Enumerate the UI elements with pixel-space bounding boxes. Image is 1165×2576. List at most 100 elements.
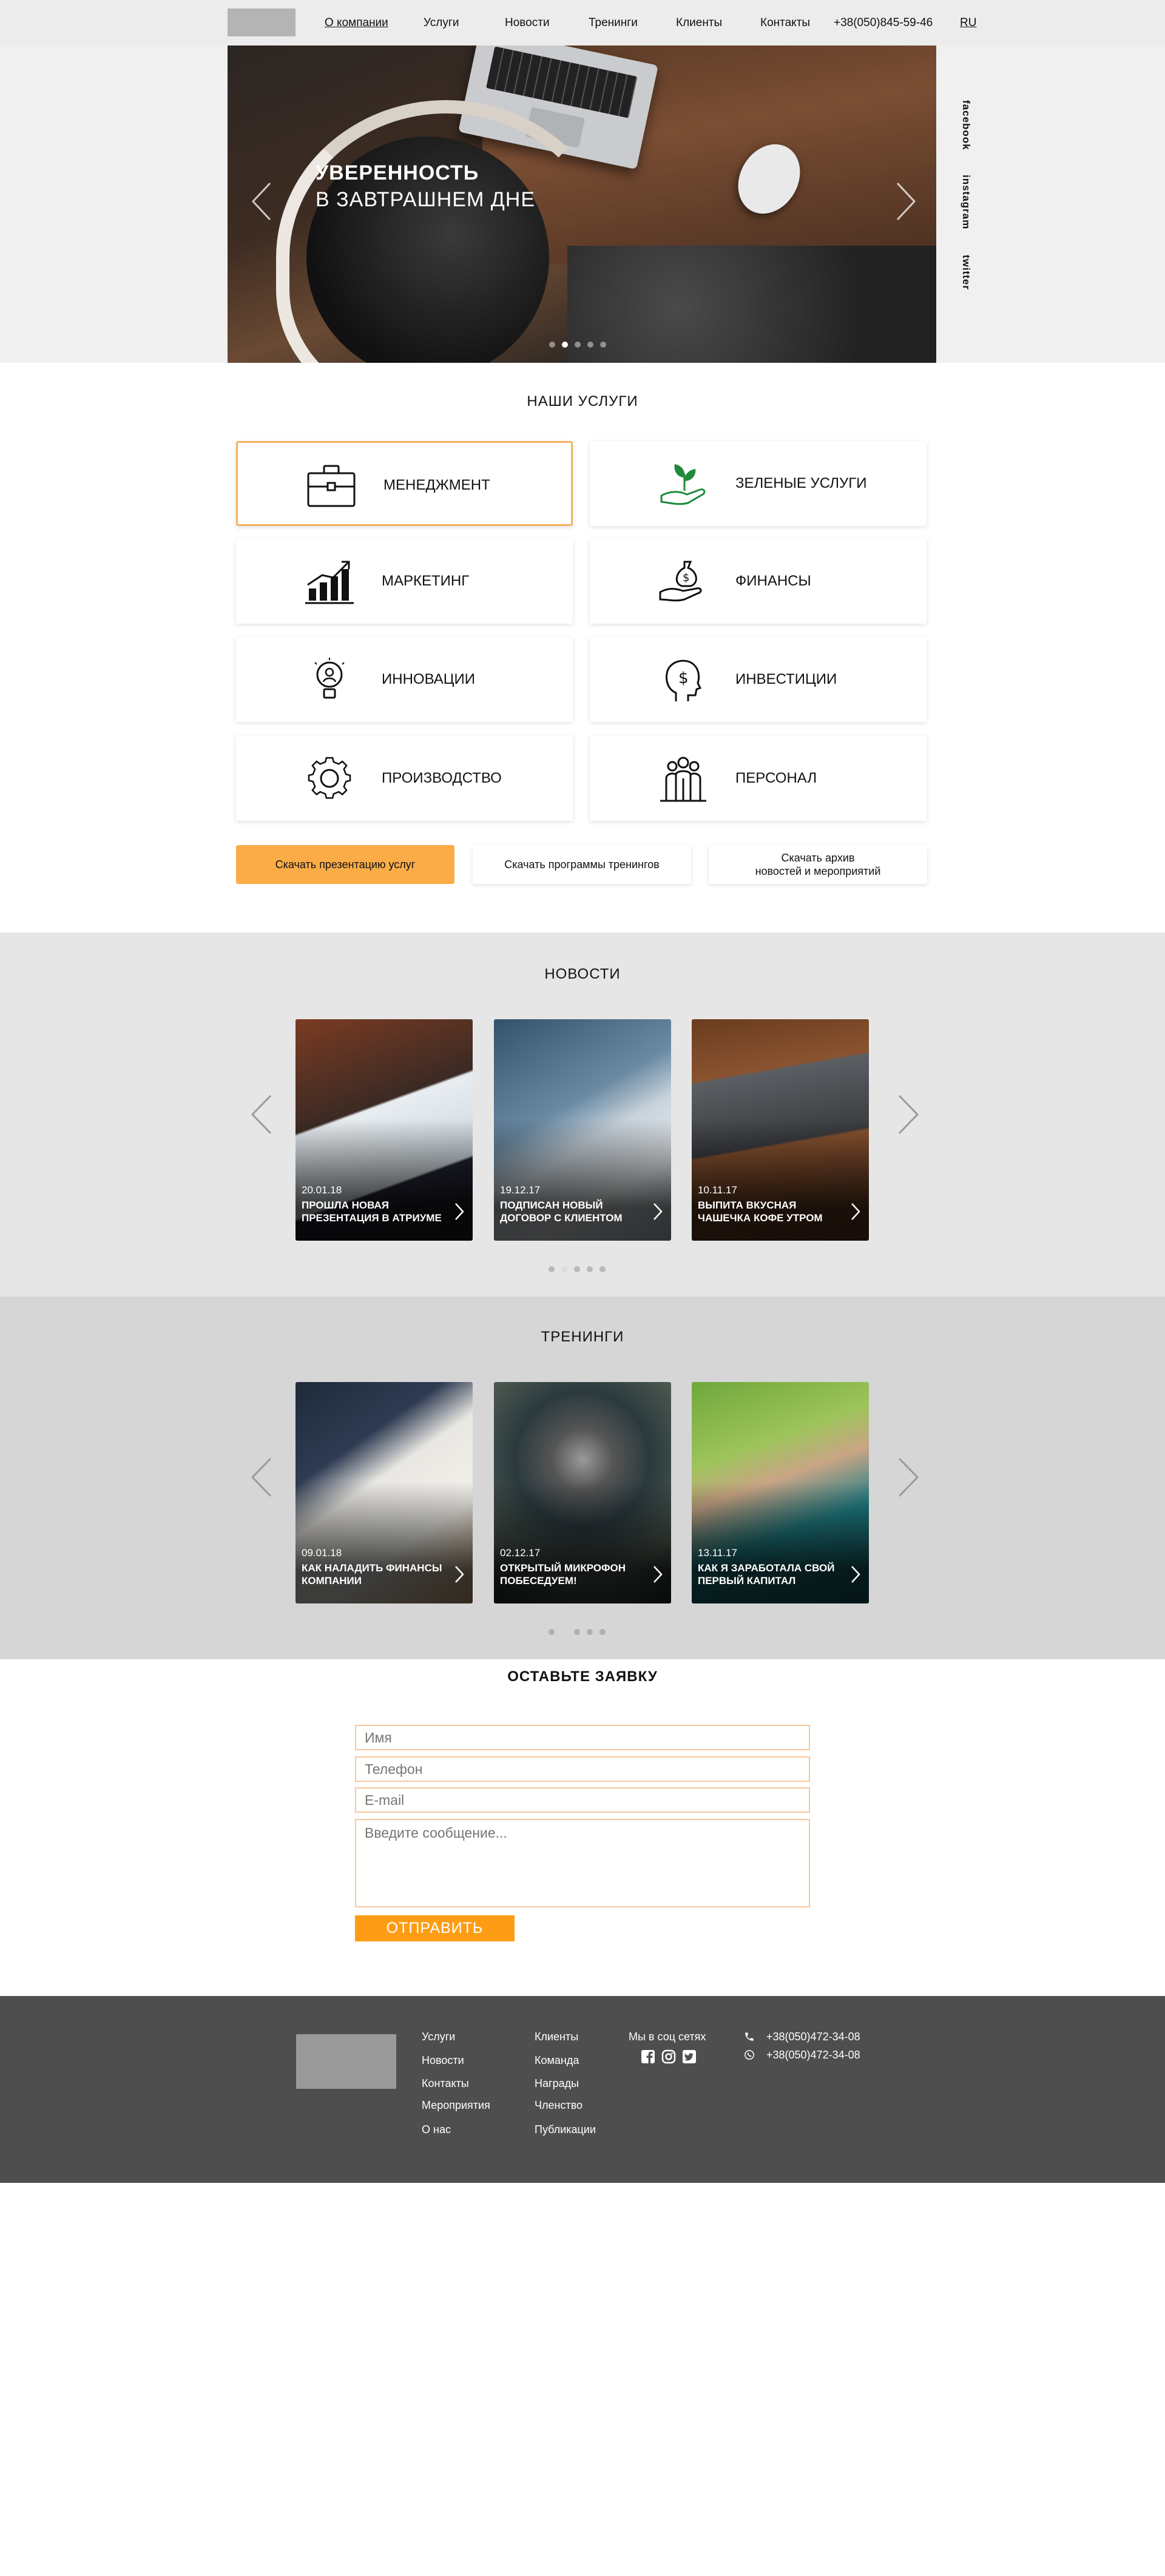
service-card-marketing[interactable]: МАРКЕТИНГ xyxy=(236,539,573,624)
news-dot[interactable] xyxy=(549,1266,555,1272)
facebook-icon[interactable] xyxy=(641,2049,655,2064)
service-card-innovation[interactable]: ИННОВАЦИИ xyxy=(236,637,573,722)
news-card[interactable]: 10.11.17 ВЫПИТА ВКУСНАЯ ЧАШЕЧКА КОФЕ УТР… xyxy=(692,1019,869,1241)
card-date: 20.01.18 xyxy=(302,1184,342,1196)
phone-field[interactable] xyxy=(355,1756,810,1782)
footer-link[interactable]: Новости xyxy=(422,2054,464,2067)
card-date: 09.01.18 xyxy=(302,1547,342,1559)
viber-icon xyxy=(745,2050,754,2060)
news-card[interactable]: 19.12.17 ПОДПИСАН НОВЫЙ ДОГОВОР С КЛИЕНТ… xyxy=(494,1019,671,1241)
download-archive-button[interactable]: Скачать архив новостей и мероприятий xyxy=(709,845,927,884)
footer-link[interactable]: О нас xyxy=(422,2123,451,2136)
training-card[interactable]: 09.01.18 КАК НАЛАДИТЬ ФИНАНСЫ КОМПАНИИ xyxy=(295,1382,473,1603)
hero-dot[interactable] xyxy=(575,342,581,348)
footer-link[interactable]: Услуги xyxy=(422,2031,455,2043)
nav-services[interactable]: Услуги xyxy=(424,16,459,30)
svg-text:$: $ xyxy=(678,669,689,687)
news-dot[interactable] xyxy=(599,1266,606,1272)
service-label: ЗЕЛЕНЫЕ УСЛУГИ xyxy=(735,475,867,491)
lightbulb-person-icon xyxy=(314,658,345,699)
news-dot[interactable] xyxy=(561,1266,567,1272)
news-card[interactable]: 20.01.18 ПРОШЛА НОВАЯ ПРЕЗЕНТАЦИЯ В АТРИ… xyxy=(295,1019,473,1241)
message-field[interactable] xyxy=(355,1819,810,1907)
training-card[interactable]: 13.11.17 КАК Я ЗАРАБОТАЛА СВОЙ ПЕРВЫЙ КА… xyxy=(692,1382,869,1603)
news-dot[interactable] xyxy=(574,1266,580,1272)
hero-prev-arrow-icon[interactable] xyxy=(251,182,272,221)
chevron-right-icon xyxy=(455,1566,464,1583)
logo[interactable] xyxy=(228,8,295,36)
form-title: ОСТАВЬТЕ ЗАЯВКУ xyxy=(507,1668,658,1685)
header-phone[interactable]: +38(050)845-59-46 xyxy=(834,16,933,30)
nav-clients[interactable]: Клиенты xyxy=(676,16,722,30)
footer-logo[interactable] xyxy=(296,2034,396,2089)
training-dot[interactable] xyxy=(549,1629,555,1635)
trainings-next-arrow-icon[interactable] xyxy=(898,1457,920,1497)
download-services-button[interactable]: Скачать презентацию услуг xyxy=(236,845,454,884)
training-dot[interactable] xyxy=(599,1629,606,1635)
service-label: ПРОИЗВОДСТВО xyxy=(382,770,502,786)
team-icon xyxy=(660,757,706,802)
hero-dot[interactable] xyxy=(549,342,555,348)
training-dot-active[interactable] xyxy=(561,1629,567,1635)
service-label: ИНВЕСТИЦИИ xyxy=(735,671,837,687)
download-trainings-button[interactable]: Скачать программы тренингов xyxy=(473,845,691,884)
hero-slider: УВЕРЕННОСТЬ В ЗАВТРАШНЕМ ДНЕ xyxy=(228,46,936,363)
service-label: ПЕРСОНАЛ xyxy=(735,770,817,786)
trainings-pagination xyxy=(549,1627,612,1638)
hero-dot[interactable] xyxy=(587,342,593,348)
footer-link[interactable]: Публикации xyxy=(535,2123,596,2136)
footer-link[interactable]: Мероприятия xyxy=(422,2099,490,2112)
trainings-prev-arrow-icon[interactable] xyxy=(250,1457,272,1497)
footer-link[interactable]: Членство xyxy=(535,2099,582,2112)
nav-about[interactable]: О компании xyxy=(325,16,388,30)
hero-dot-active[interactable] xyxy=(562,342,568,348)
instagram-icon[interactable] xyxy=(661,2049,676,2064)
service-card-green[interactable]: ЗЕЛЕНЫЕ УСЛУГИ xyxy=(590,441,927,526)
chevron-right-icon xyxy=(455,1203,464,1220)
chevron-right-icon xyxy=(653,1203,663,1220)
training-dot[interactable] xyxy=(587,1629,593,1635)
hero-dot[interactable] xyxy=(600,342,606,348)
footer-phone-1[interactable]: +38(050)472-34-08 xyxy=(766,2031,860,2043)
nav-contacts[interactable]: Контакты xyxy=(760,16,810,30)
gear-icon xyxy=(308,757,351,799)
social-facebook-link[interactable]: facebook xyxy=(960,100,972,150)
hero-next-arrow-icon[interactable] xyxy=(895,182,917,221)
news-next-arrow-icon[interactable] xyxy=(898,1094,920,1135)
nav-news[interactable]: Новости xyxy=(505,16,550,30)
footer-link[interactable]: Команда xyxy=(535,2054,579,2067)
card-title: ОТКРЫТЫЙ МИКРОФОН ПОБЕСЕДУЕМ! xyxy=(500,1562,626,1586)
phone-icon xyxy=(745,2032,754,2041)
email-field[interactable] xyxy=(355,1787,810,1813)
plant-hand-icon xyxy=(660,464,706,505)
twitter-icon[interactable] xyxy=(682,2049,697,2064)
training-card[interactable]: 02.12.17 ОТКРЫТЫЙ МИКРОФОН ПОБЕСЕДУЕМ! xyxy=(494,1382,671,1603)
news-prev-arrow-icon[interactable] xyxy=(250,1094,272,1135)
service-label: МЕНЕДЖМЕНТ xyxy=(383,477,490,493)
service-card-finance[interactable]: $ ФИНАНСЫ xyxy=(590,539,927,624)
trainings-title: ТРЕНИНГИ xyxy=(541,1329,624,1345)
nav-trainings[interactable]: Тренинги xyxy=(589,16,638,30)
footer: Услуги Новости Контакты Мероприятия О на… xyxy=(0,1996,1165,2183)
card-date: 10.11.17 xyxy=(698,1184,737,1196)
card-date: 19.12.17 xyxy=(500,1184,541,1196)
briefcase-icon xyxy=(307,465,356,507)
submit-button[interactable]: ОТПРАВИТЬ xyxy=(355,1915,515,1941)
news-dot[interactable] xyxy=(587,1266,593,1272)
language-switch[interactable]: RU xyxy=(960,16,976,30)
service-card-personnel[interactable]: ПЕРСОНАЛ xyxy=(590,736,927,821)
services-title: НАШИ УСЛУГИ xyxy=(527,393,638,410)
name-field[interactable] xyxy=(355,1725,810,1750)
service-card-investment[interactable]: $ ИНВЕСТИЦИИ xyxy=(590,637,927,722)
footer-link[interactable]: Награды xyxy=(535,2077,579,2090)
service-card-production[interactable]: ПРОИЗВОДСТВО xyxy=(236,736,573,821)
footer-phone-2[interactable]: +38(050)472-34-08 xyxy=(766,2049,860,2062)
hero-pagination xyxy=(549,340,613,351)
training-dot[interactable] xyxy=(574,1629,580,1635)
service-card-management[interactable]: МЕНЕДЖМЕНТ xyxy=(236,441,573,526)
social-instagram-link[interactable]: instagram xyxy=(960,175,972,229)
footer-link[interactable]: Контакты xyxy=(422,2077,469,2090)
chevron-right-icon xyxy=(851,1203,860,1220)
social-twitter-link[interactable]: twitter xyxy=(960,255,972,290)
footer-link[interactable]: Клиенты xyxy=(535,2031,578,2043)
